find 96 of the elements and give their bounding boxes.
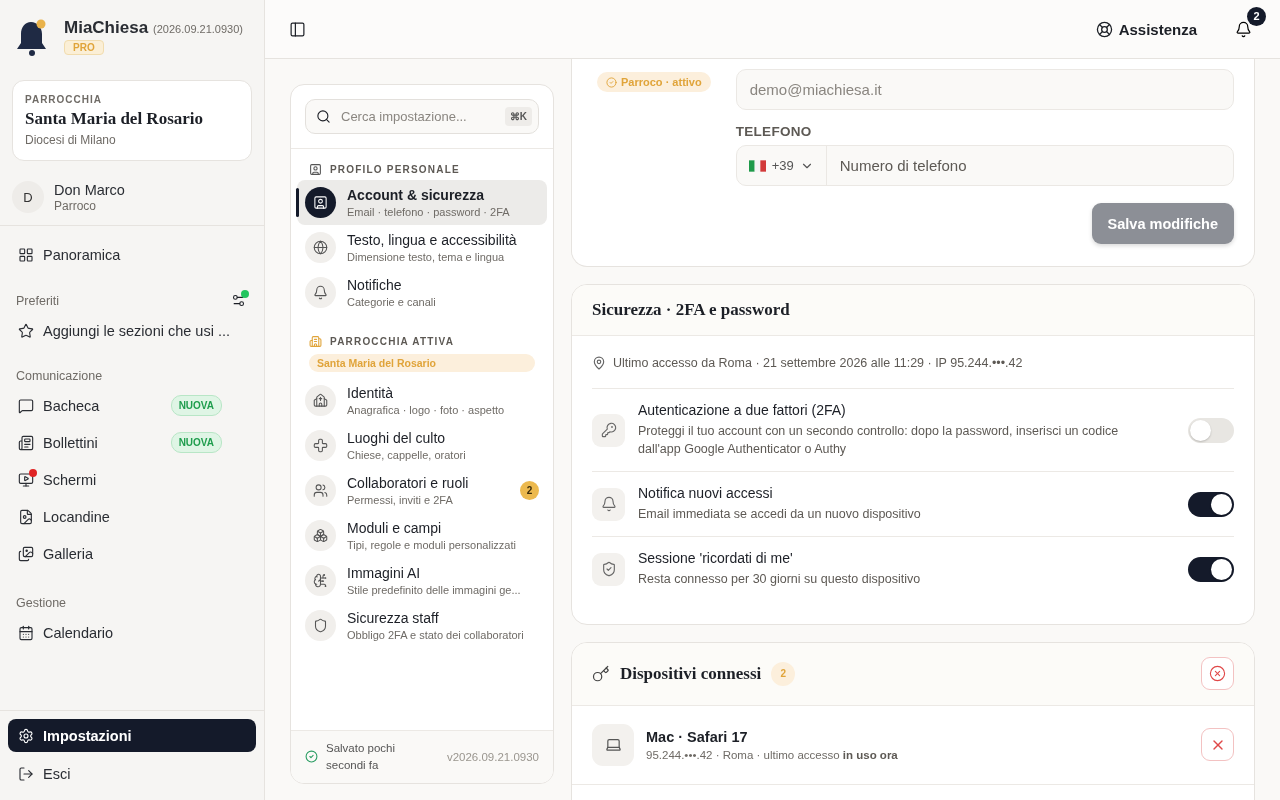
settings-nav-item[interactable]: Notifiche Categorie e canali	[297, 270, 547, 315]
shield-check-icon	[592, 552, 625, 586]
settings-nav-item[interactable]: Moduli e campi Tipi, regole e moduli personalizzati	[297, 513, 547, 558]
settings-nav-item[interactable]: Identità Anagrafica · logo · foto · aspetto	[297, 378, 547, 423]
nav-item[interactable]: Locandine	[8, 500, 256, 533]
settings-nav-item[interactable]: Sicurezza staff Obbligo 2FA e stato dei collaboratori	[297, 603, 547, 648]
new-badge: NUOVA	[170, 432, 222, 453]
group-title: PARROCCHIA ATTIVA	[330, 336, 455, 347]
search-box[interactable]: Cerca impostazione... ⌘K	[305, 99, 539, 134]
close-icon	[1209, 665, 1226, 682]
toggle-switch[interactable]	[1188, 556, 1234, 582]
toggle-switch[interactable]	[1188, 417, 1234, 443]
setting-description: Email immediata se accedi da un nuovo dispositivo	[638, 506, 922, 524]
device-name: Mac · Safari 17	[646, 728, 749, 745]
section-title: Comunicazione	[16, 369, 103, 383]
setting-description: Proteggi il tuo account con un secondo controllo: dopo la password, inserisci un codice dall'app Google Authenticator o Authy	[638, 423, 1120, 459]
nav-item[interactable]: Bacheca NUOVA	[8, 389, 256, 422]
new-badge: NUOVA	[170, 395, 222, 416]
parish-tag: Santa Maria del Rosario	[309, 354, 535, 372]
settings-nav-item[interactable]: Luoghi del culto Chiese, cappelle, oratori	[297, 423, 547, 468]
nav-item[interactable]: Esci	[8, 757, 256, 790]
check-circle-icon	[606, 76, 617, 88]
phone-field[interactable]: Numero di telefono	[826, 146, 1233, 185]
notification-count: 2	[1247, 6, 1266, 26]
sidebar-toggle-icon[interactable]	[289, 20, 306, 38]
card-title: Sicurezza · 2FA e password	[592, 300, 790, 320]
settings-nav-item[interactable]: Account & sicurezza Email · telefono · password · 2FA	[297, 180, 547, 225]
star-icon	[18, 322, 34, 339]
building-icon	[309, 335, 322, 348]
location-pin-icon	[592, 356, 606, 370]
parish-label: PARROCCHIA	[25, 94, 104, 105]
phone-label: TELEFONO	[735, 124, 813, 139]
key-icon	[592, 664, 610, 683]
settings-nav-item[interactable]: Collaboratori e ruoli Permessi, inviti e 2FA 2	[297, 468, 547, 513]
users-icon	[313, 483, 328, 498]
nav-item[interactable]: Impostazioni	[8, 719, 256, 752]
bell-icon	[1235, 20, 1252, 38]
shield-icon	[313, 618, 328, 633]
nav-item[interactable]: Schermi	[8, 463, 256, 496]
setting-title: Notifica nuovi accessi	[638, 485, 774, 502]
settings-nav-item[interactable]: Testo, lingua e accessibilità Dimensione testo, tema e lingua	[297, 225, 547, 270]
close-all-button[interactable]	[1201, 657, 1234, 690]
check-circle-icon	[305, 750, 318, 764]
group-title: PROFILO PERSONALE	[330, 164, 460, 175]
nav-item[interactable]: Bollettini NUOVA	[8, 426, 256, 459]
customize-icon[interactable]	[231, 293, 246, 308]
section-title: Gestione	[16, 596, 67, 610]
nav-item[interactable]: Panoramica	[8, 238, 256, 271]
grid-icon	[18, 246, 34, 263]
save-status: Salvato pochi secondi fa	[326, 740, 397, 773]
count-badge: 2	[520, 481, 539, 500]
logout-icon	[18, 765, 34, 782]
help-button[interactable]: Assistenza	[1091, 16, 1201, 42]
app-version: (2026.09.21.0930)	[153, 23, 243, 35]
country-code-select[interactable]: +39	[736, 146, 827, 185]
settings-icon	[18, 727, 34, 744]
bell-icon	[313, 285, 328, 300]
section-title: Preferiti	[16, 293, 60, 308]
boxes-icon	[313, 528, 328, 543]
shortcut-key: ⌘K	[504, 107, 532, 126]
last-access-text: Ultimo accesso da Roma · 21 settembre 2026 alle 11:29 · IP 95.244.•••.42	[613, 356, 1023, 370]
card-title: Dispositivi connessi	[620, 663, 762, 684]
nav-item[interactable]: Calendario	[8, 616, 256, 649]
key-icon	[592, 413, 625, 447]
diocese-name: Diocesi di Milano	[25, 133, 117, 147]
search-field[interactable]: Cerca impostazione...	[339, 108, 497, 125]
plan-badge: PRO	[64, 40, 104, 55]
cross-icon	[313, 438, 328, 453]
user-avatar: D	[12, 181, 44, 213]
phone-input-group[interactable]: +39 Numero di telefono	[735, 145, 1234, 186]
user-card-icon	[309, 163, 322, 176]
parish-card[interactable]: PARROCCHIA Santa Maria del Rosario Diocesi di Milano	[12, 80, 252, 161]
device-detail: 95.244.•••.42 · Roma · ultimo accesso in uso ora	[646, 748, 899, 761]
setting-title: Sessione 'ricordati di me'	[638, 550, 794, 567]
building-icon	[313, 393, 328, 408]
nav-item[interactable]: Galleria	[8, 537, 256, 570]
bell-icon	[592, 487, 625, 521]
role-badge: Parroco · attivo	[597, 72, 711, 92]
version-label: v2026.09.21.0930	[446, 750, 539, 763]
toggle-switch[interactable]	[1188, 491, 1234, 517]
count-badge: 2	[771, 661, 796, 686]
settings-nav-item[interactable]: Immagini AI Stile predefinito delle immagini ge...	[297, 558, 547, 603]
user-role: Parroco	[54, 198, 98, 213]
user-name: Don Marco	[54, 181, 125, 198]
brain-icon	[313, 573, 328, 588]
app-name: MiaChiesa	[64, 18, 149, 38]
lifebuoy-icon	[1095, 20, 1113, 38]
setting-title: Autenticazione a due fattori (2FA)	[638, 402, 847, 418]
add-favorites-item[interactable]: Aggiungi le sezioni che usi ...	[8, 314, 256, 347]
setting-description: Resta connesso per 30 giorni su questo dispositivo	[638, 571, 922, 589]
search-icon	[316, 109, 331, 124]
flag-icon	[748, 159, 766, 172]
user-card-icon	[313, 195, 328, 210]
globe-icon	[313, 240, 328, 255]
laptop-icon	[592, 723, 634, 766]
parish-name: Santa Maria del Rosario	[25, 109, 205, 129]
